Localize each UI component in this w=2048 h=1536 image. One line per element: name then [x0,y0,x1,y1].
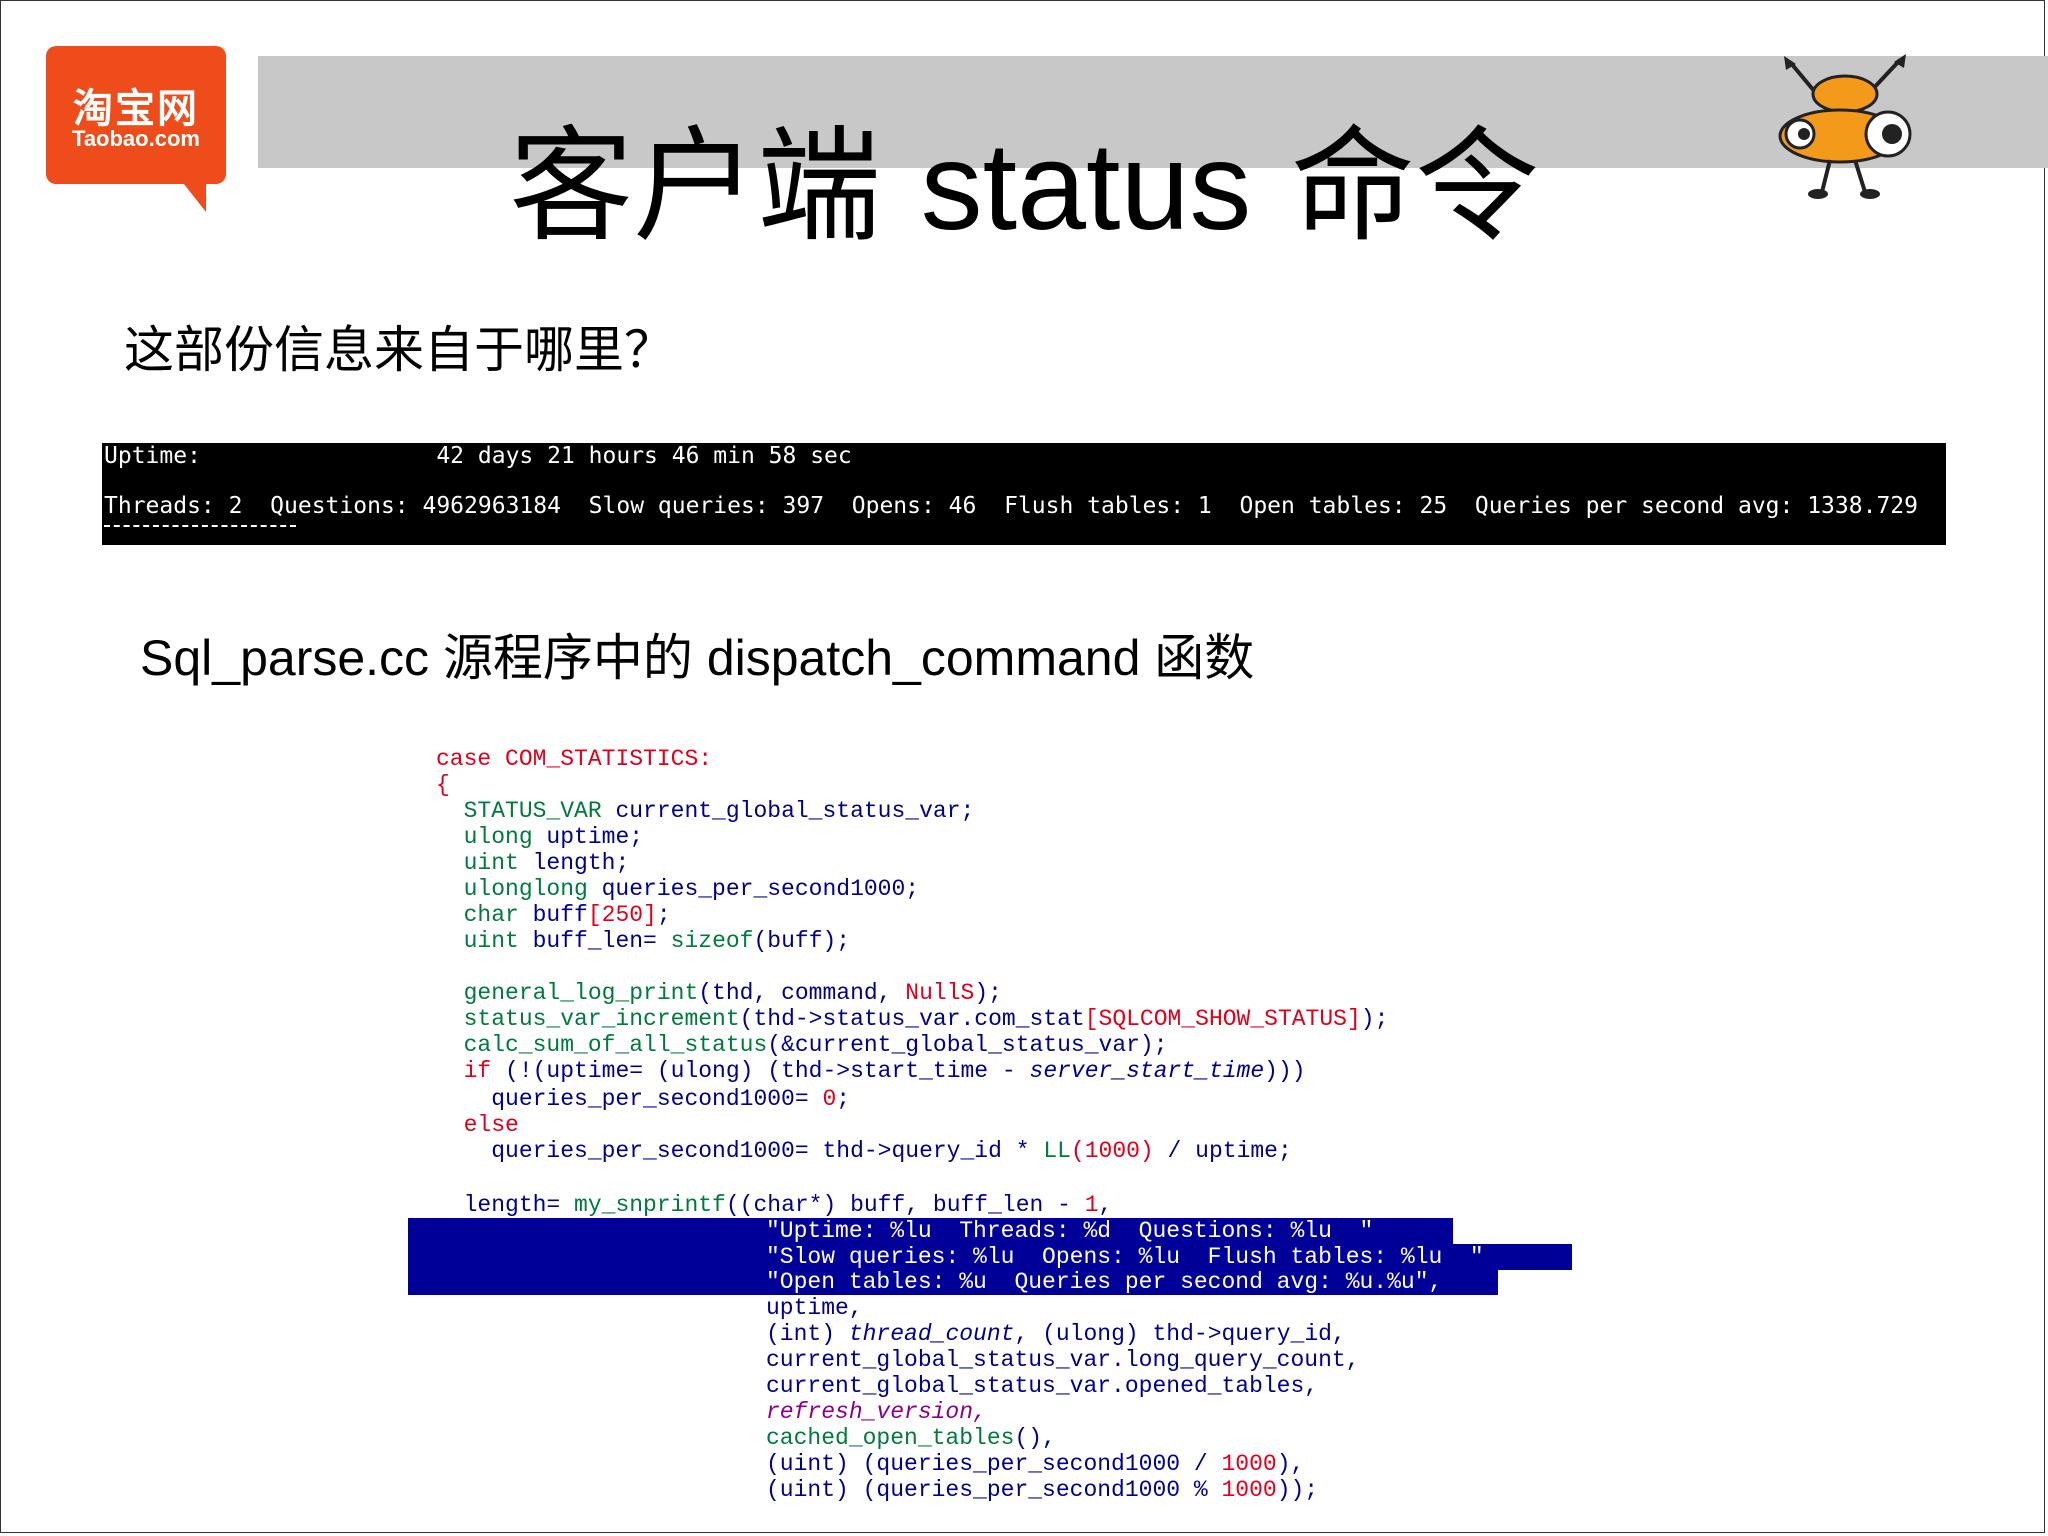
code-token: length; [518,850,630,876]
code-token: ); [1360,1006,1389,1032]
code-token: uptime; [532,824,644,850]
code-token: ; [656,902,671,928]
code-token: LL [1043,1138,1071,1164]
code-line: length= my_snprintf((char*) buff, buff_l… [436,1192,1113,1218]
code-token: server_start_time [1029,1058,1265,1084]
code-token: [SQLCOM_SHOW_STATUS] [1084,1006,1361,1032]
code-line: queries_per_second1000= thd->query_id * … [436,1138,1292,1164]
code-token: , [1098,1192,1113,1218]
code-token: 1 [1084,1192,1099,1218]
code-token: , (ulong) thd->query_id, [1014,1321,1346,1347]
code-token: 0 [822,1086,837,1112]
code-token: ))) [1264,1058,1306,1084]
code-token: )); [1276,1477,1319,1503]
code-token: if [436,1058,492,1084]
code-token: (!(uptime= (ulong) (thd->start_time - [491,1058,1030,1084]
code-line: (uint) (queries_per_second1000 % 1000)); [766,1477,1318,1503]
code-token: ), [1276,1451,1305,1477]
code-token: queries_per_second1000; [587,876,920,902]
code-line-selected: "Slow queries: %lu Opens: %lu Flush tabl… [766,1244,1484,1270]
code-token: ulong [436,824,533,850]
code-line: cached_open_tables(), [766,1425,1056,1451]
code-token: my_snprintf [574,1192,726,1218]
code-token: buff [518,902,588,928]
code-line: queries_per_second1000= 0; [436,1086,850,1112]
code-token: buff_len= [518,928,671,954]
code-token: status_var_increment [436,1006,740,1032]
code-token: calc_sum_of_all_status [436,1032,768,1058]
code-token: (&current_global_status_var); [767,1032,1168,1058]
code-token: queries_per_second1000= [436,1086,823,1112]
code-line: ulonglong queries_per_second1000; [436,876,920,902]
code-line: uint length; [436,850,630,876]
code-token: ((char*) buff, buff_len - [725,1192,1085,1218]
code-token: sizeof [670,928,754,954]
code-line: char buff[250]; [436,902,671,928]
code-line: else [436,1112,519,1138]
code-line: current_global_status_var.long_query_cou… [766,1347,1360,1373]
code-line: calc_sum_of_all_status(&current_global_s… [436,1032,1168,1058]
code-line: STATUS_VAR current_global_status_var; [436,798,975,824]
code-line-selected: "Uptime: %lu Threads: %d Questions: %lu … [766,1218,1374,1244]
code-token: ; [836,1086,851,1112]
code-token: current_global_status_var; [601,798,975,824]
code-token: (uint) (queries_per_second1000 / [766,1451,1222,1477]
code-token: uint [436,928,519,954]
code-token: (1000) [1070,1138,1154,1164]
code-line: general_log_print(thd, command, NullS); [436,980,1002,1006]
code-token: thread_count [848,1321,1015,1347]
code-token: (uint) (queries_per_second1000 % [766,1477,1222,1503]
code-token: general_log_print [436,980,699,1006]
code-line: case COM_STATISTICS: [436,746,712,772]
code-token: NullS [905,980,975,1006]
code-listing: case COM_STATISTICS: { STATUS_VAR curren… [0,0,2048,1536]
code-token: [250] [587,902,657,928]
code-token: case [436,746,492,772]
code-token: ulonglong [436,876,588,902]
code-token: (buff); [753,928,851,954]
code-token: (thd, command, [698,980,906,1006]
code-token: uint [436,850,519,876]
code-token: 1000 [1221,1451,1277,1477]
code-token: (int) [766,1321,849,1347]
code-token: 1000 [1221,1477,1277,1503]
code-token: char [436,902,519,928]
code-line: { [436,772,450,798]
code-line: refresh_version, [766,1399,987,1425]
code-line-selected: "Open tables: %u Queries per second avg:… [766,1269,1443,1295]
code-line: ulong uptime; [436,824,643,850]
code-token: length= [436,1192,575,1218]
code-line: current_global_status_var.opened_tables, [766,1373,1319,1399]
code-token: (thd->status_var.com_stat [739,1006,1085,1032]
code-line: uptime, [766,1295,863,1321]
code-token: COM_STATISTICS: [491,746,713,772]
code-token: cached_open_tables [766,1425,1015,1451]
code-token: queries_per_second1000= thd->query_id * [436,1138,1044,1164]
code-line: (uint) (queries_per_second1000 / 1000), [766,1451,1304,1477]
code-token: ); [974,980,1002,1006]
code-token: STATUS_VAR [436,798,602,824]
code-token: / uptime; [1153,1138,1292,1164]
code-line: status_var_increment(thd->status_var.com… [436,1006,1389,1032]
code-token: (), [1014,1425,1056,1451]
code-line: if (!(uptime= (ulong) (thd->start_time -… [436,1058,1306,1084]
code-line: (int) thread_count, (ulong) thd->query_i… [766,1321,1346,1347]
code-line: uint buff_len= sizeof(buff); [436,928,851,954]
